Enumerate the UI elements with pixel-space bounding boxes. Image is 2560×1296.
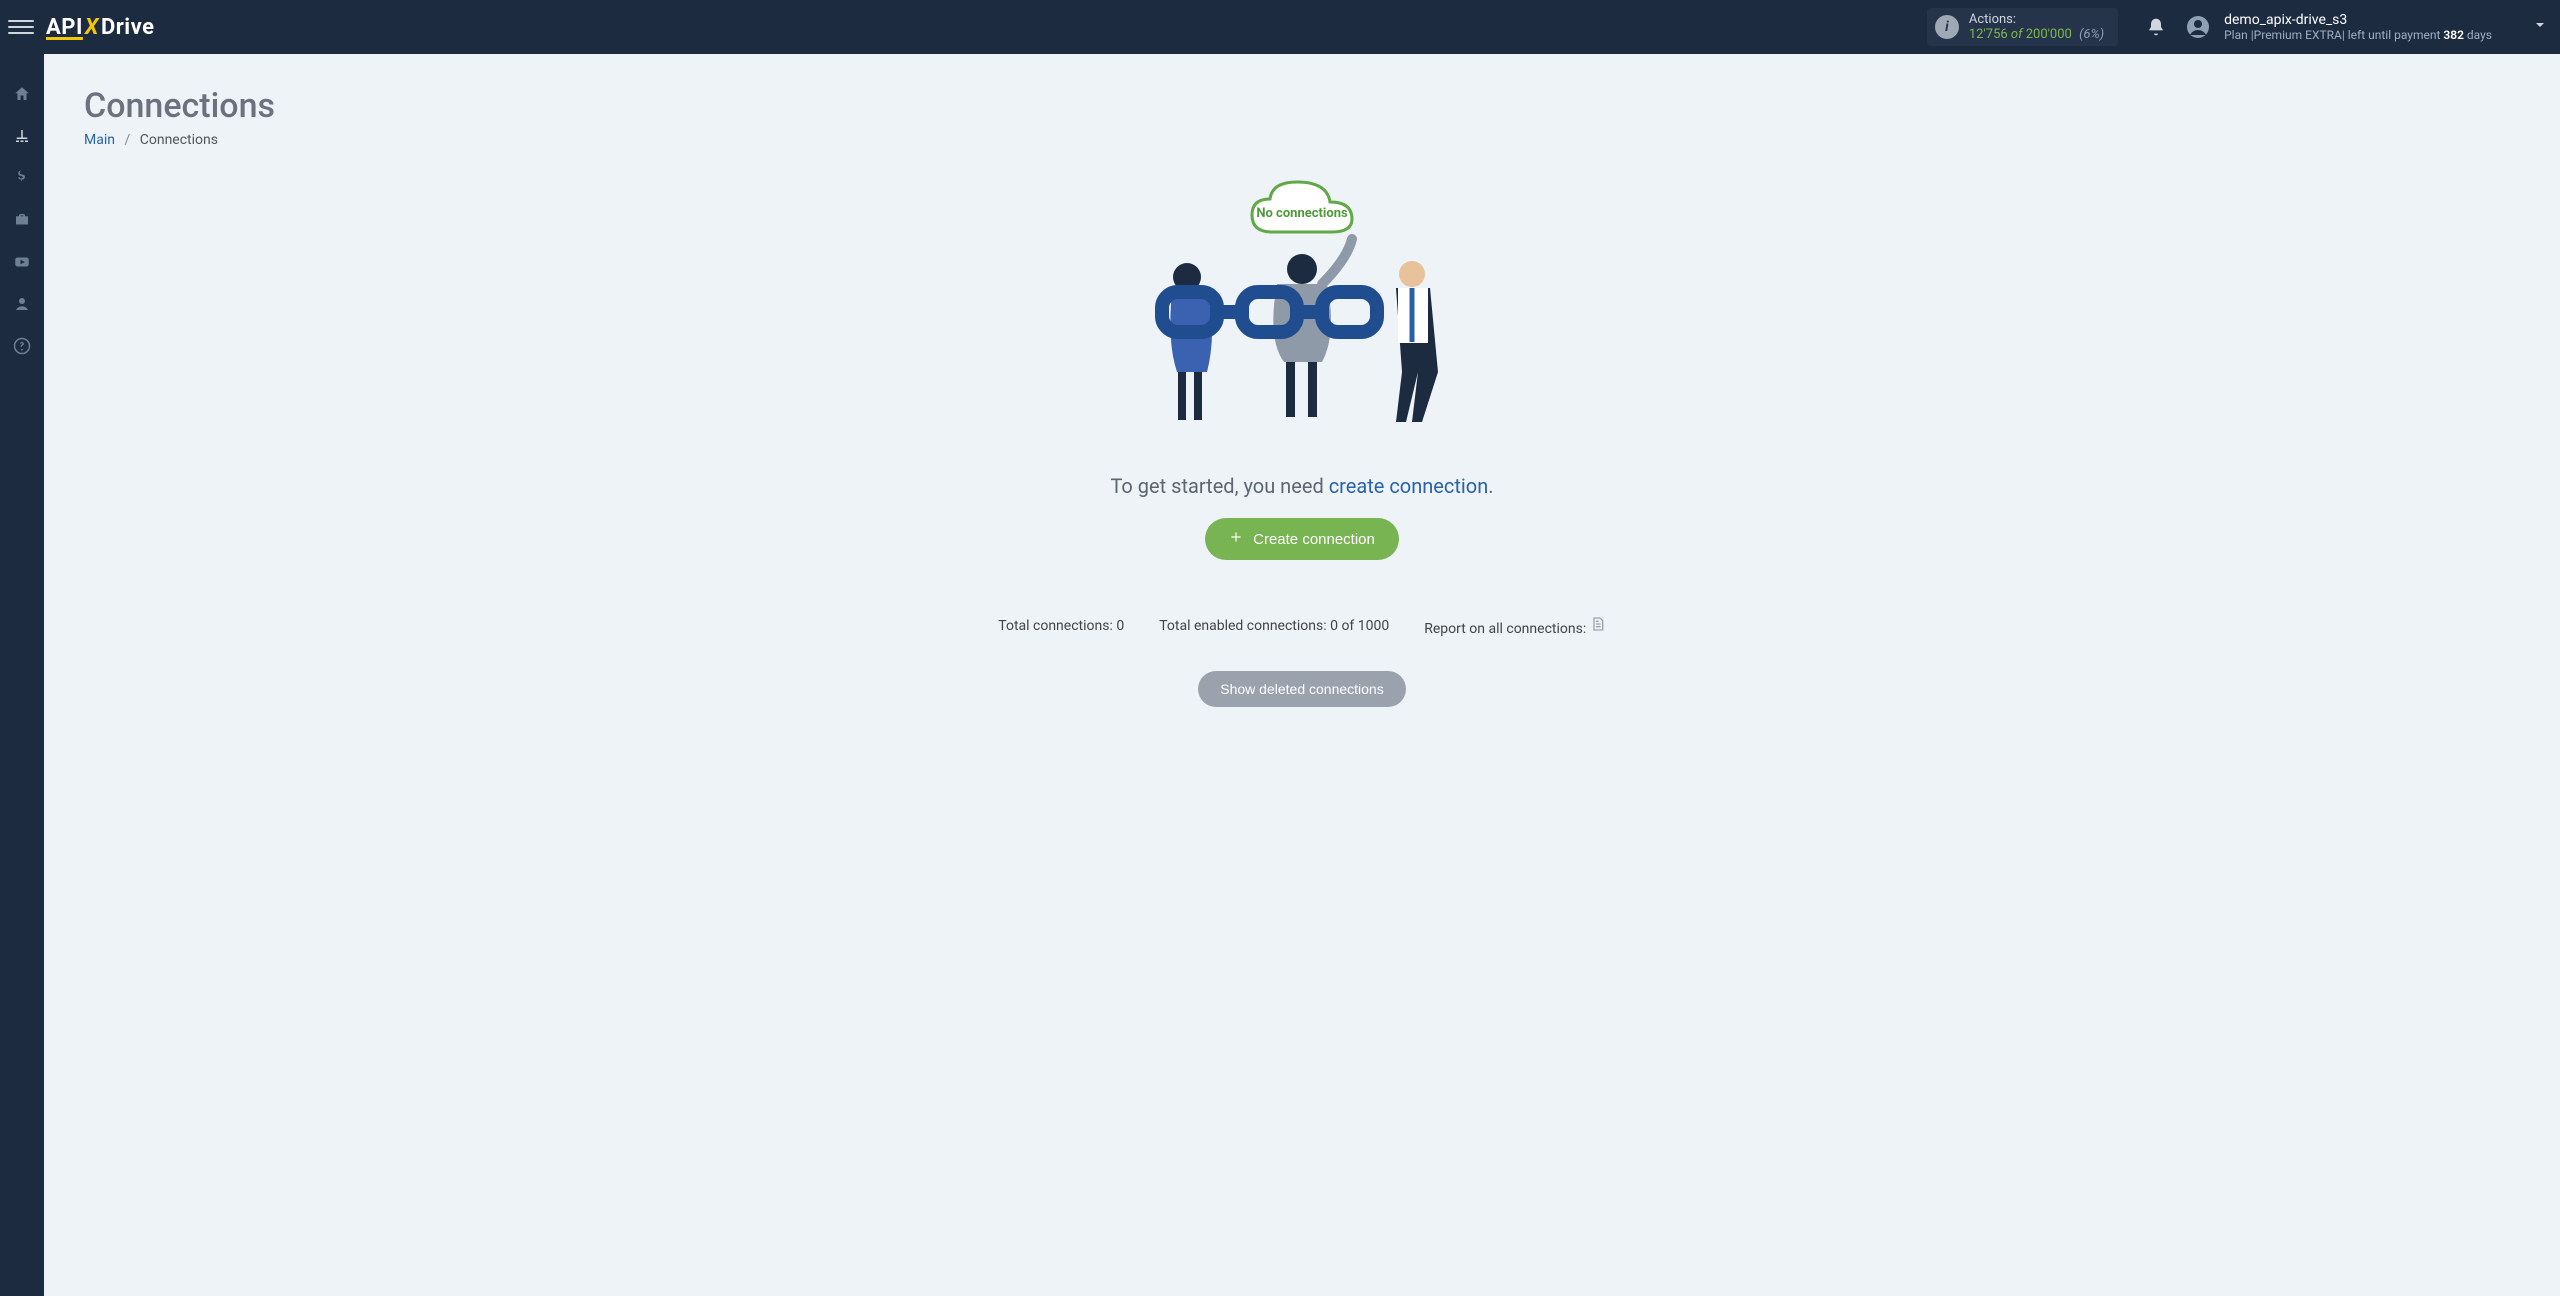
actions-total: 200'000 — [2026, 27, 2072, 42]
breadcrumb-current: Connections — [140, 132, 218, 148]
plus-icon — [1229, 530, 1243, 548]
nav-home[interactable] — [0, 74, 44, 114]
user-menu[interactable]: demo_apix-drive_s3 Plan |Premium EXTRA| … — [2224, 12, 2492, 42]
menu-toggle[interactable] — [8, 14, 34, 40]
get-started-line: To get started, you need create connecti… — [852, 474, 1752, 498]
plan-line: Plan |Premium EXTRA| left until payment … — [2224, 28, 2492, 42]
breadcrumb-main[interactable]: Main — [84, 132, 115, 148]
stat-total: Total connections: 0 — [998, 618, 1124, 634]
report-download-icon[interactable] — [1590, 621, 1606, 637]
logo-part-x: X — [85, 15, 99, 40]
app-header: API X Drive i Actions: 12'756 of 200'000… — [0, 0, 2560, 54]
info-icon: i — [1935, 15, 1959, 39]
actions-values: 12'756 of 200'000 (6%) — [1969, 27, 2104, 42]
empty-illustration: No connections — [1122, 172, 1482, 452]
nav-connections[interactable] — [0, 116, 44, 156]
connections-stats: Total connections: 0 Total enabled conne… — [852, 615, 1752, 637]
show-deleted-label: Show deleted connections — [1220, 681, 1383, 697]
side-rail — [0, 54, 44, 1296]
nav-billing[interactable] — [0, 158, 44, 198]
actions-of: of — [2011, 27, 2023, 42]
nav-account[interactable] — [0, 284, 44, 324]
cloud-text: No connections — [1256, 206, 1348, 221]
logo-part-api: API — [46, 15, 83, 40]
actions-counter[interactable]: i Actions: 12'756 of 200'000 (6%) — [1927, 8, 2118, 46]
app-logo[interactable]: API X Drive — [46, 15, 155, 40]
breadcrumb: Main / Connections — [84, 132, 2520, 148]
main-content: Connections Main / Connections No connec… — [44, 54, 2560, 1296]
empty-state: No connections — [852, 172, 1752, 707]
show-deleted-button[interactable]: Show deleted connections — [1198, 671, 1405, 707]
user-name: demo_apix-drive_s3 — [2224, 12, 2492, 28]
user-avatar-icon[interactable] — [2186, 15, 2210, 39]
stat-report: Report on all connections: — [1424, 615, 1605, 637]
create-connection-link[interactable]: create connection — [1329, 474, 1489, 498]
nav-briefcase[interactable] — [0, 200, 44, 240]
actions-label: Actions: — [1969, 12, 2104, 27]
create-connection-button-label: Create connection — [1253, 531, 1375, 548]
actions-percent: (6%) — [2079, 27, 2104, 42]
nav-video[interactable] — [0, 242, 44, 282]
page-title: Connections — [84, 86, 2520, 126]
user-menu-chevron-icon[interactable] — [2532, 17, 2548, 37]
actions-used: 12'756 — [1969, 27, 2008, 42]
nav-help[interactable] — [0, 326, 44, 366]
create-connection-button[interactable]: Create connection — [1205, 518, 1399, 560]
stat-enabled: Total enabled connections: 0 of 1000 — [1159, 618, 1389, 634]
logo-part-drive: Drive — [101, 15, 155, 40]
notifications-icon[interactable] — [2146, 17, 2166, 37]
